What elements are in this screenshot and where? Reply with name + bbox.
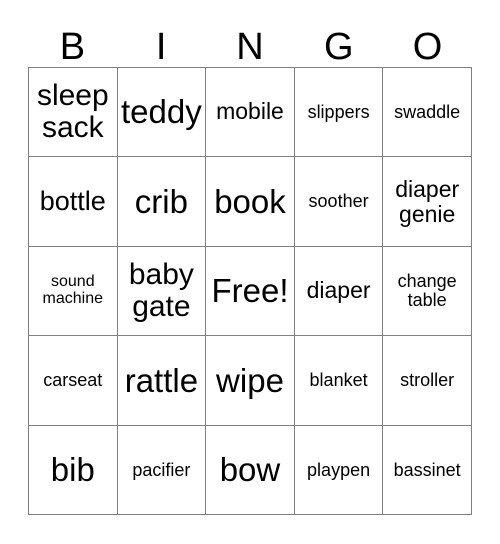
bingo-cell[interactable]: playpen: [294, 425, 384, 515]
bingo-row: carseat rattle wipe blanket stroller: [29, 336, 472, 426]
bingo-row: sleep sack teddy mobile slippers swaddle: [29, 68, 472, 158]
bingo-cell[interactable]: bassinet: [383, 425, 472, 515]
bingo-cell[interactable]: bib: [29, 425, 118, 515]
bingo-cell[interactable]: pacifier: [117, 425, 207, 515]
bingo-cell[interactable]: bottle: [29, 157, 118, 247]
bingo-cell[interactable]: teddy: [117, 68, 207, 158]
bingo-cell-label: sleep sack: [36, 79, 109, 145]
bingo-header-letter-i: I: [155, 26, 167, 68]
bingo-grid: sleep sack teddy mobile slippers swaddle …: [28, 67, 472, 515]
bingo-card: B I N G O sleep sack teddy mobile slipper…: [28, 22, 472, 515]
bingo-cell[interactable]: stroller: [383, 336, 472, 426]
bingo-row: bib pacifier bow playpen bassinet: [29, 425, 472, 515]
bingo-header-letter-b: B: [59, 26, 86, 68]
bingo-cell-free-space[interactable]: Free!: [206, 246, 295, 337]
bingo-cell[interactable]: sleep sack: [29, 68, 118, 158]
bingo-cell-label: bow: [219, 450, 281, 488]
bingo-cell[interactable]: swaddle: [383, 68, 472, 158]
bingo-cell[interactable]: slippers: [294, 68, 384, 158]
bingo-cell-label: diaper genie: [395, 176, 460, 227]
bingo-cell-label: crib: [134, 182, 188, 220]
bingo-cell[interactable]: rattle: [117, 336, 207, 426]
bingo-cell-label: soother: [308, 191, 369, 212]
bingo-row: sound machine baby gate Free! diaper chang…: [29, 246, 472, 337]
bingo-cell-label: stroller: [400, 370, 455, 391]
bingo-cell[interactable]: baby gate: [117, 246, 207, 337]
bingo-cell-label: carseat: [43, 370, 103, 391]
bingo-cell-label: swaddle: [394, 102, 461, 123]
bingo-cell[interactable]: diaper: [294, 246, 384, 337]
bingo-header-letter-o: O: [412, 26, 443, 68]
bingo-cell-label: pacifier: [132, 459, 191, 480]
bingo-cell-label: book: [214, 182, 286, 220]
bingo-cell-label: sound machine: [42, 273, 104, 307]
bingo-cell-label: wipe: [216, 361, 284, 399]
bingo-cell[interactable]: wipe: [206, 336, 295, 426]
bingo-header-letter-g: G: [324, 26, 354, 68]
bingo-cell[interactable]: book: [206, 157, 295, 247]
bingo-cell[interactable]: diaper genie: [383, 157, 472, 247]
bingo-row: bottle crib book soother diaper genie: [29, 157, 472, 247]
bingo-cell-label: change table: [397, 270, 457, 310]
bingo-cell-label: bib: [50, 450, 95, 488]
bingo-cell[interactable]: bow: [206, 425, 295, 515]
bingo-cell[interactable]: mobile: [206, 68, 295, 158]
bingo-cell-label: bassinet: [393, 459, 461, 480]
bingo-cell-label: blanket: [309, 370, 368, 391]
bingo-cell-label: baby gate: [128, 258, 194, 323]
bingo-cell-label: diaper: [306, 277, 371, 304]
bingo-cell[interactable]: sound machine: [29, 246, 118, 337]
bingo-cell-label: rattle: [124, 361, 199, 399]
bingo-header-letter-n: N: [236, 26, 264, 68]
bingo-cell[interactable]: blanket: [294, 336, 384, 426]
bingo-cell[interactable]: crib: [117, 157, 207, 247]
bingo-header-row: B I N G O: [28, 22, 472, 67]
bingo-cell-label: slippers: [307, 102, 370, 123]
bingo-cell[interactable]: change table: [383, 246, 472, 337]
bingo-cell-label: teddy: [121, 93, 202, 131]
bingo-cell[interactable]: carseat: [29, 336, 118, 426]
bingo-cell-label: Free!: [211, 272, 289, 310]
bingo-cell-label: bottle: [39, 185, 106, 216]
bingo-cell-label: playpen: [307, 459, 371, 480]
bingo-cell[interactable]: soother: [294, 157, 384, 247]
bingo-cell-label: mobile: [216, 98, 284, 125]
